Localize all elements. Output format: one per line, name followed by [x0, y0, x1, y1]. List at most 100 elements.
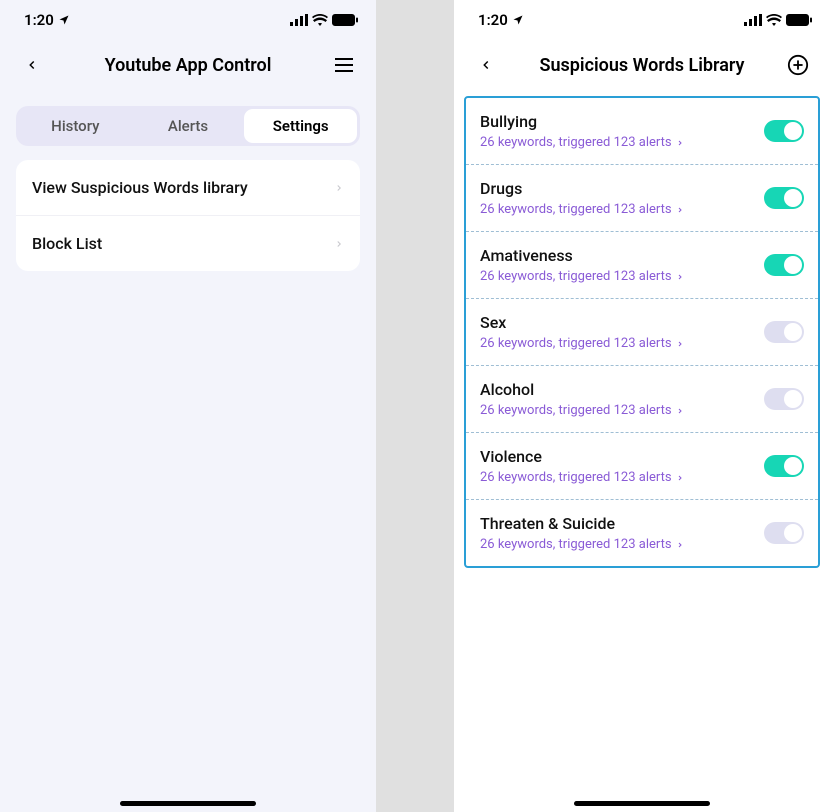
toggle-threaten-suicide[interactable]: [764, 522, 804, 544]
status-left: 1:20: [24, 11, 70, 29]
menu-button[interactable]: [332, 53, 356, 77]
tab-history[interactable]: History: [19, 109, 132, 143]
back-button[interactable]: [474, 53, 498, 77]
category-drugs[interactable]: Drugs 26 keywords, triggered 123 alerts: [466, 165, 818, 232]
chevron-right-icon: [676, 406, 684, 416]
phone-right-library: 1:20 Suspicious Words Library Bullying 2…: [454, 0, 830, 812]
toggle-drugs[interactable]: [764, 187, 804, 209]
status-left: 1:20: [478, 11, 524, 29]
wifi-icon: [312, 14, 328, 26]
category-title: Bullying: [480, 112, 684, 131]
hamburger-icon: [335, 58, 353, 72]
toggle-knob: [784, 457, 802, 475]
settings-card: View Suspicious Words library Block List: [16, 160, 360, 271]
category-threaten-suicide[interactable]: Threaten & Suicide 26 keywords, triggere…: [466, 500, 818, 566]
tab-settings[interactable]: Settings: [244, 109, 357, 143]
category-info: Threaten & Suicide 26 keywords, triggere…: [480, 514, 684, 552]
chevron-left-icon: [25, 58, 39, 72]
toggle-knob: [784, 390, 802, 408]
category-title: Threaten & Suicide: [480, 514, 684, 533]
nav-bar: Youtube App Control: [0, 40, 376, 90]
chevron-right-icon: [334, 181, 344, 195]
category-violence[interactable]: Violence 26 keywords, triggered 123 aler…: [466, 433, 818, 500]
category-title: Sex: [480, 313, 684, 332]
row-view-suspicious-words[interactable]: View Suspicious Words library: [16, 160, 360, 215]
toggle-knob: [784, 256, 802, 274]
category-info: Drugs 26 keywords, triggered 123 alerts: [480, 179, 684, 217]
category-subtitle: 26 keywords, triggered 123 alerts: [480, 470, 672, 485]
category-info: Amativeness 26 keywords, triggered 123 a…: [480, 246, 684, 284]
chevron-right-icon: [334, 237, 344, 251]
chevron-right-icon: [676, 272, 684, 282]
toggle-knob: [784, 524, 802, 542]
category-subtitle-wrap: 26 keywords, triggered 123 alerts: [480, 537, 684, 552]
back-button[interactable]: [20, 53, 44, 77]
page-title: Youtube App Control: [44, 55, 332, 76]
status-right: [744, 14, 812, 26]
category-info: Bullying 26 keywords, triggered 123 aler…: [480, 112, 684, 150]
status-right: [290, 14, 358, 26]
toggle-knob: [784, 122, 802, 140]
category-sex[interactable]: Sex 26 keywords, triggered 123 alerts: [466, 299, 818, 366]
category-title: Alcohol: [480, 380, 684, 399]
toggle-violence[interactable]: [764, 455, 804, 477]
chevron-right-icon: [676, 540, 684, 550]
category-subtitle: 26 keywords, triggered 123 alerts: [480, 202, 672, 217]
add-button[interactable]: [786, 53, 810, 77]
home-indicator[interactable]: [120, 801, 256, 806]
chevron-left-icon: [479, 58, 493, 72]
location-icon: [512, 14, 524, 26]
status-time: 1:20: [478, 11, 508, 29]
category-subtitle-wrap: 26 keywords, triggered 123 alerts: [480, 135, 684, 150]
row-label: Block List: [32, 234, 102, 253]
category-subtitle-wrap: 26 keywords, triggered 123 alerts: [480, 269, 684, 284]
category-title: Drugs: [480, 179, 684, 198]
category-title: Amativeness: [480, 246, 684, 265]
category-amativeness[interactable]: Amativeness 26 keywords, triggered 123 a…: [466, 232, 818, 299]
page-title: Suspicious Words Library: [498, 55, 786, 76]
category-subtitle: 26 keywords, triggered 123 alerts: [480, 135, 672, 150]
chevron-right-icon: [676, 473, 684, 483]
battery-icon: [332, 14, 358, 26]
status-bar: 1:20: [454, 0, 830, 40]
category-subtitle-wrap: 26 keywords, triggered 123 alerts: [480, 336, 684, 351]
location-icon: [58, 14, 70, 26]
toggle-knob: [784, 323, 802, 341]
toggle-amativeness[interactable]: [764, 254, 804, 276]
category-subtitle-wrap: 26 keywords, triggered 123 alerts: [480, 403, 684, 418]
category-subtitle-wrap: 26 keywords, triggered 123 alerts: [480, 470, 684, 485]
chevron-right-icon: [676, 205, 684, 215]
plus-circle-icon: [787, 54, 809, 76]
category-subtitle: 26 keywords, triggered 123 alerts: [480, 269, 672, 284]
category-info: Alcohol 26 keywords, triggered 123 alert…: [480, 380, 684, 418]
category-subtitle: 26 keywords, triggered 123 alerts: [480, 403, 672, 418]
signal-icon: [744, 14, 762, 26]
category-subtitle-wrap: 26 keywords, triggered 123 alerts: [480, 202, 684, 217]
category-bullying[interactable]: Bullying 26 keywords, triggered 123 aler…: [466, 98, 818, 165]
row-block-list[interactable]: Block List: [16, 215, 360, 271]
segmented-tabs: History Alerts Settings: [16, 106, 360, 146]
toggle-knob: [784, 189, 802, 207]
category-subtitle: 26 keywords, triggered 123 alerts: [480, 537, 672, 552]
chevron-right-icon: [676, 138, 684, 148]
category-info: Violence 26 keywords, triggered 123 aler…: [480, 447, 684, 485]
category-alcohol[interactable]: Alcohol 26 keywords, triggered 123 alert…: [466, 366, 818, 433]
category-subtitle: 26 keywords, triggered 123 alerts: [480, 336, 672, 351]
status-time: 1:20: [24, 11, 54, 29]
toggle-alcohol[interactable]: [764, 388, 804, 410]
row-label: View Suspicious Words library: [32, 178, 248, 197]
signal-icon: [290, 14, 308, 26]
phone-left-settings: 1:20 Youtube App Control History Alerts …: [0, 0, 376, 812]
category-title: Violence: [480, 447, 684, 466]
nav-bar: Suspicious Words Library: [454, 40, 830, 90]
battery-icon: [786, 14, 812, 26]
home-indicator[interactable]: [574, 801, 710, 806]
status-bar: 1:20: [0, 0, 376, 40]
toggle-sex[interactable]: [764, 321, 804, 343]
toggle-bullying[interactable]: [764, 120, 804, 142]
chevron-right-icon: [676, 339, 684, 349]
wifi-icon: [766, 14, 782, 26]
category-info: Sex 26 keywords, triggered 123 alerts: [480, 313, 684, 351]
library-list: Bullying 26 keywords, triggered 123 aler…: [464, 96, 820, 568]
tab-alerts[interactable]: Alerts: [132, 109, 245, 143]
